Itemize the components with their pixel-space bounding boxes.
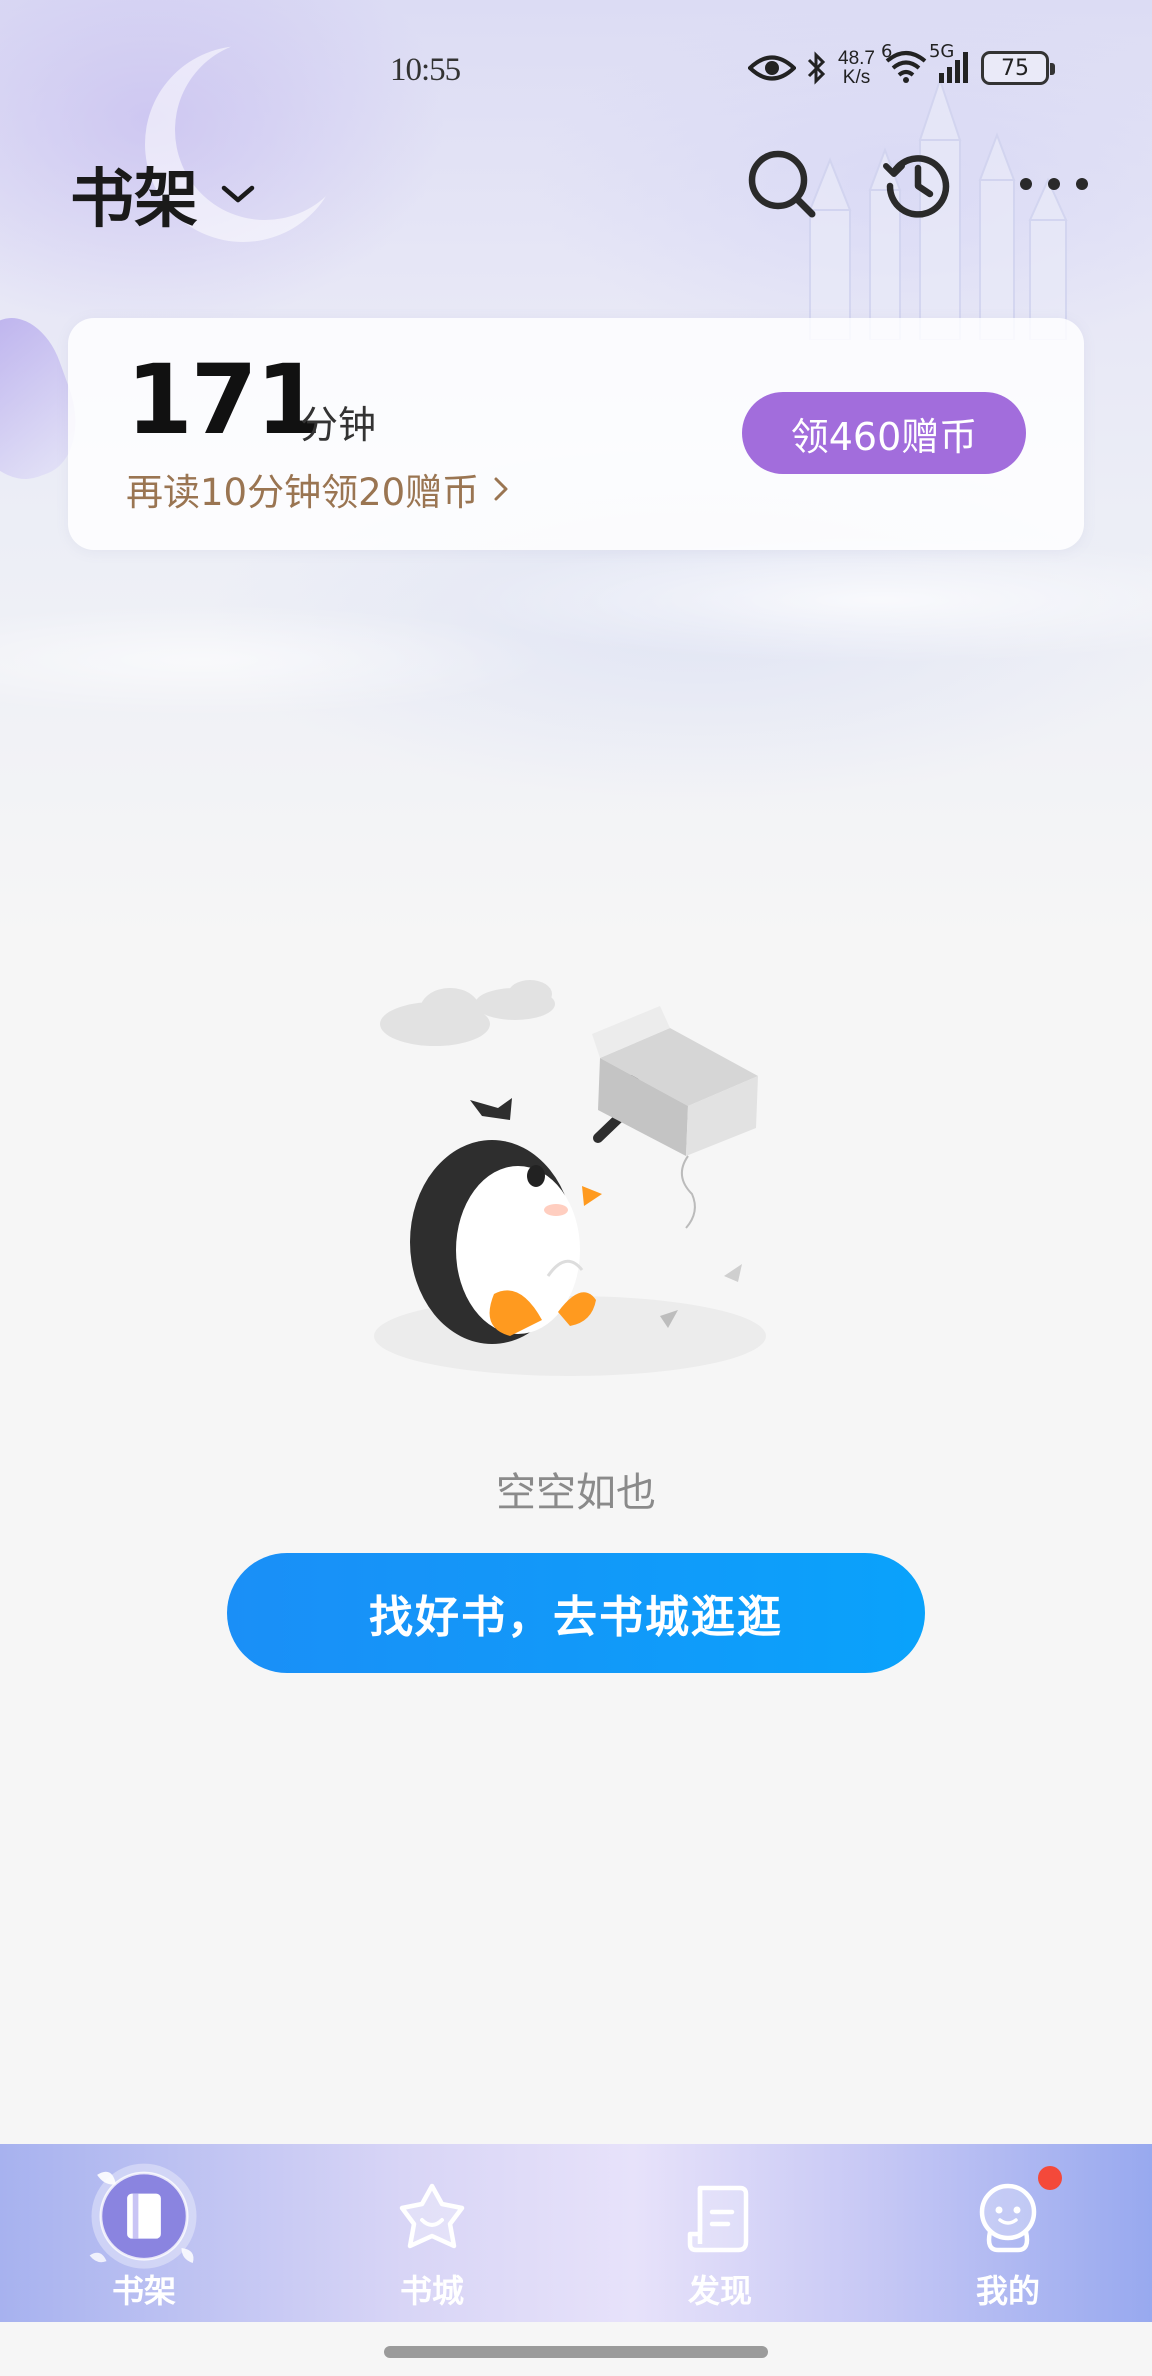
nav-item-discover[interactable]: 发现	[620, 2144, 820, 2322]
cellular-indicator: 5G	[929, 41, 971, 87]
notification-badge	[1038, 2166, 1062, 2190]
eye-icon	[748, 55, 796, 81]
reading-task-link[interactable]: 再读10分钟领20赠币	[126, 462, 509, 516]
empty-state-text: 空空如也	[496, 1470, 656, 1516]
nav-label-discover: 发现	[687, 2272, 752, 2310]
app-root: 10:55 48.7 K/s 6 5G 75 书架 171 分钟 再读10分钟领…	[0, 0, 1152, 2376]
claim-coins-button[interactable]: 领460赠币	[742, 392, 1026, 474]
shelf-switcher[interactable]: 书架	[70, 148, 256, 240]
wifi-indicator: 6	[881, 41, 927, 87]
network-speed: 48.7 K/s	[838, 48, 875, 88]
bottom-nav: 书架 书城 发现 我的	[0, 2144, 1152, 2322]
nav-label-bookshelf: 书架	[111, 2272, 176, 2310]
history-button[interactable]	[880, 146, 956, 222]
search-icon	[748, 150, 816, 218]
search-button[interactable]	[744, 146, 820, 222]
minutes-unit: 分钟	[300, 403, 377, 447]
chevron-right-icon	[494, 477, 508, 501]
go-to-bookstore-button[interactable]: 找好书，去书城逛逛	[227, 1553, 925, 1673]
nav-item-bookshelf[interactable]: 书架	[44, 2144, 244, 2322]
home-indicator[interactable]	[384, 2346, 768, 2358]
chevron-down-icon	[221, 185, 255, 203]
bluetooth-icon	[807, 51, 826, 85]
bookshelf-icon	[84, 2158, 204, 2278]
battery-indicator: 75	[980, 51, 1055, 85]
reading-minutes: 171	[126, 344, 322, 456]
nav-label-bookstore: 书城	[399, 2272, 464, 2310]
more-dots-icon	[1020, 178, 1088, 190]
page-title: 书架	[70, 163, 198, 237]
status-time: 10:55	[390, 52, 461, 88]
status-icons: 48.7 K/s 6 5G 75	[748, 41, 1055, 90]
bookstore-icon	[372, 2158, 492, 2278]
nav-label-profile: 我的	[975, 2272, 1040, 2310]
history-clock-icon	[883, 155, 950, 218]
more-button[interactable]	[1016, 146, 1092, 222]
nav-item-profile[interactable]: 我的	[908, 2144, 1108, 2322]
reading-task-text: 再读10分钟领20赠币	[126, 471, 480, 514]
reading-time-card: 171 分钟 再读10分钟领20赠币 领460赠币	[68, 318, 1084, 550]
nav-item-bookstore[interactable]: 书城	[332, 2144, 532, 2322]
empty-penguin-illustration	[374, 980, 766, 1376]
snow-decoration	[0, 520, 1152, 880]
discover-icon	[660, 2158, 780, 2278]
